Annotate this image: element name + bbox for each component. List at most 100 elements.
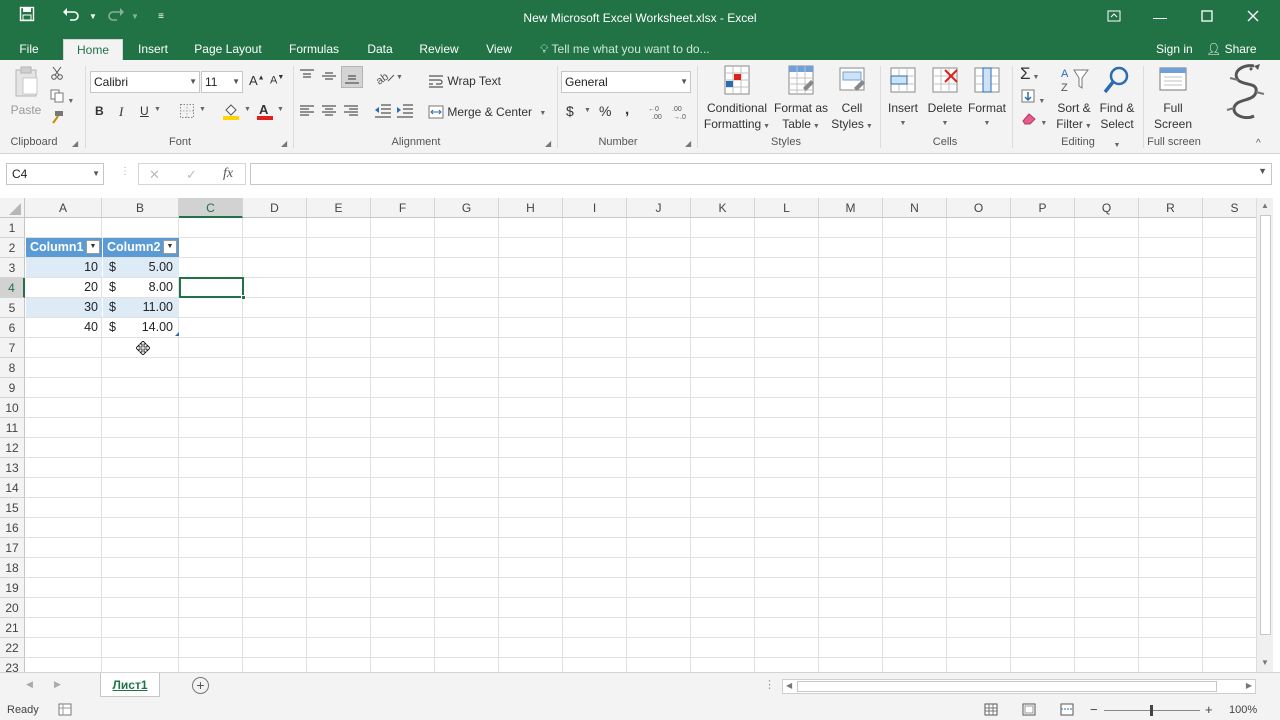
row-header[interactable]: 11 [0,418,25,438]
underline-dropdown-icon[interactable]: ▼ [154,106,161,113]
tell-me-box[interactable]: 💡︎ Tell me what you want to do... [540,39,710,60]
worksheet-grid[interactable]: ABCDEFGHIJKLMNOPQRS 1 2 3 4 5 6 7 8 9 10 11 12 13 14 1… [0,198,1256,672]
sheet-tab[interactable]: Лист1 [100,673,160,697]
zoom-out-button[interactable]: − [1090,702,1098,717]
number-launcher-icon[interactable]: ◢ [685,139,691,148]
column-header[interactable]: G [435,198,499,218]
column-header[interactable]: R [1139,198,1203,218]
autosum-icon[interactable]: Σ ▼ [1020,64,1039,84]
clipboard-launcher-icon[interactable]: ◢ [72,139,78,148]
format-painter-icon[interactable] [50,110,64,127]
next-sheet-icon[interactable]: ▶ [54,679,61,690]
row-header[interactable]: 9 [0,378,25,398]
row-header[interactable]: 18 [0,558,25,578]
row-header[interactable]: 6 [0,318,25,338]
select-all-corner[interactable] [0,198,25,218]
table-cell[interactable]: 30 [26,298,102,317]
row-header[interactable]: 22 [0,638,25,658]
sort-filter-button[interactable]: AZ Sort & Filter ▼ [1052,64,1096,135]
drag-handle-icon[interactable]: ⋮ [120,166,130,177]
horizontal-scroll-thumb[interactable] [797,681,1217,692]
tab-home[interactable]: Home [63,39,123,60]
column-header[interactable]: M [819,198,883,218]
fill-handle[interactable] [241,295,246,300]
fill-icon[interactable]: ▼ [1021,89,1045,106]
orientation-icon[interactable]: ab [374,69,396,88]
column-header[interactable]: D [243,198,307,218]
comma-style-button[interactable]: , [625,101,629,118]
merge-center-button[interactable]: Merge & Center ▼ [428,104,546,119]
share-button[interactable]: 👤︎ Share [1206,39,1257,60]
filter-dropdown-icon[interactable]: ▼ [163,240,177,254]
cut-icon[interactable] [50,66,64,83]
borders-icon[interactable] [179,103,195,122]
scroll-down-icon[interactable]: ▼ [1261,658,1269,667]
row-header[interactable]: 20 [0,598,25,618]
tab-file[interactable]: File [10,39,48,60]
borders-dropdown-icon[interactable]: ▼ [199,106,206,113]
increase-indent-icon[interactable] [396,103,414,122]
minimize-icon[interactable]: — [1137,4,1183,30]
column-header[interactable]: O [947,198,1011,218]
column-header[interactable]: C [179,198,243,218]
maximize-icon[interactable] [1184,4,1230,30]
decrease-font-icon[interactable]: A▼ [270,74,284,87]
row-header[interactable]: 5 [0,298,25,318]
orientation-dropdown-icon[interactable]: ▼ [396,74,403,81]
increase-decimal-icon[interactable]: ←0.00 [648,104,668,123]
wrap-text-button[interactable]: Wrap Text [428,73,501,88]
column-header[interactable]: N [883,198,947,218]
macro-record-icon[interactable] [58,703,72,719]
fill-color-dropdown-icon[interactable]: ▼ [244,106,251,113]
row-header[interactable]: 2 [0,238,25,258]
row-header[interactable]: 14 [0,478,25,498]
row-header[interactable]: 10 [0,398,25,418]
column-header[interactable]: A [25,198,102,218]
font-launcher-icon[interactable]: ◢ [281,139,287,148]
name-box[interactable]: C4 ▼ [6,163,104,185]
table-cell[interactable]: 10 [26,258,102,277]
tab-formulas[interactable]: Formulas [282,39,346,60]
horizontal-scrollbar[interactable]: ◀ ▶ [782,679,1256,694]
paste-button[interactable]: Paste [8,66,44,118]
vertical-scrollbar[interactable]: ▲ ▼ [1256,198,1273,672]
prev-sheet-icon[interactable]: ◀ [26,679,33,690]
scroll-left-icon[interactable]: ◀ [786,681,792,690]
tab-data[interactable]: Data [360,39,400,60]
row-header[interactable]: 15 [0,498,25,518]
delete-cells-button[interactable]: Delete ▼ [925,64,965,132]
row-header[interactable]: 12 [0,438,25,458]
column-header[interactable]: S [1203,198,1256,218]
row-header[interactable]: 13 [0,458,25,478]
copy-icon[interactable]: ▼ [50,89,74,106]
align-left-icon[interactable] [299,104,315,121]
ribbon-display-icon[interactable] [1091,4,1137,30]
vertical-scroll-thumb[interactable] [1260,215,1271,635]
page-break-view-icon[interactable] [1060,703,1074,719]
tab-view[interactable]: View [478,39,520,60]
align-center-icon[interactable] [321,104,337,121]
column-header[interactable]: E [307,198,371,218]
table-header-cell[interactable]: Column2 ▼ [103,238,179,257]
column-header[interactable]: Q [1075,198,1139,218]
column-header[interactable]: J [627,198,691,218]
percent-button[interactable]: % [599,103,611,119]
decrease-indent-icon[interactable] [374,103,392,122]
fill-color-icon[interactable] [222,102,240,123]
close-icon[interactable] [1230,4,1276,30]
sign-in-link[interactable]: Sign in [1156,39,1193,60]
column-header[interactable]: I [563,198,627,218]
zoom-in-button[interactable]: + [1205,702,1213,717]
column-header[interactable]: B [102,198,179,218]
expand-formula-icon[interactable]: ▼ [1258,166,1267,176]
column-header[interactable]: H [499,198,563,218]
alignment-launcher-icon[interactable]: ◢ [545,139,551,148]
table-cell[interactable]: 20 [26,278,102,297]
cancel-entry-icon[interactable]: ✕ [149,167,160,183]
insert-function-button[interactable]: fx [223,166,233,182]
row-header[interactable]: 16 [0,518,25,538]
font-name-combo[interactable]: Calibri ▼ [90,71,200,93]
collapse-ribbon-icon[interactable]: ^ [1256,138,1261,149]
scroll-up-icon[interactable]: ▲ [1261,201,1269,210]
table-cell[interactable]: $ 8.00 [103,278,179,297]
